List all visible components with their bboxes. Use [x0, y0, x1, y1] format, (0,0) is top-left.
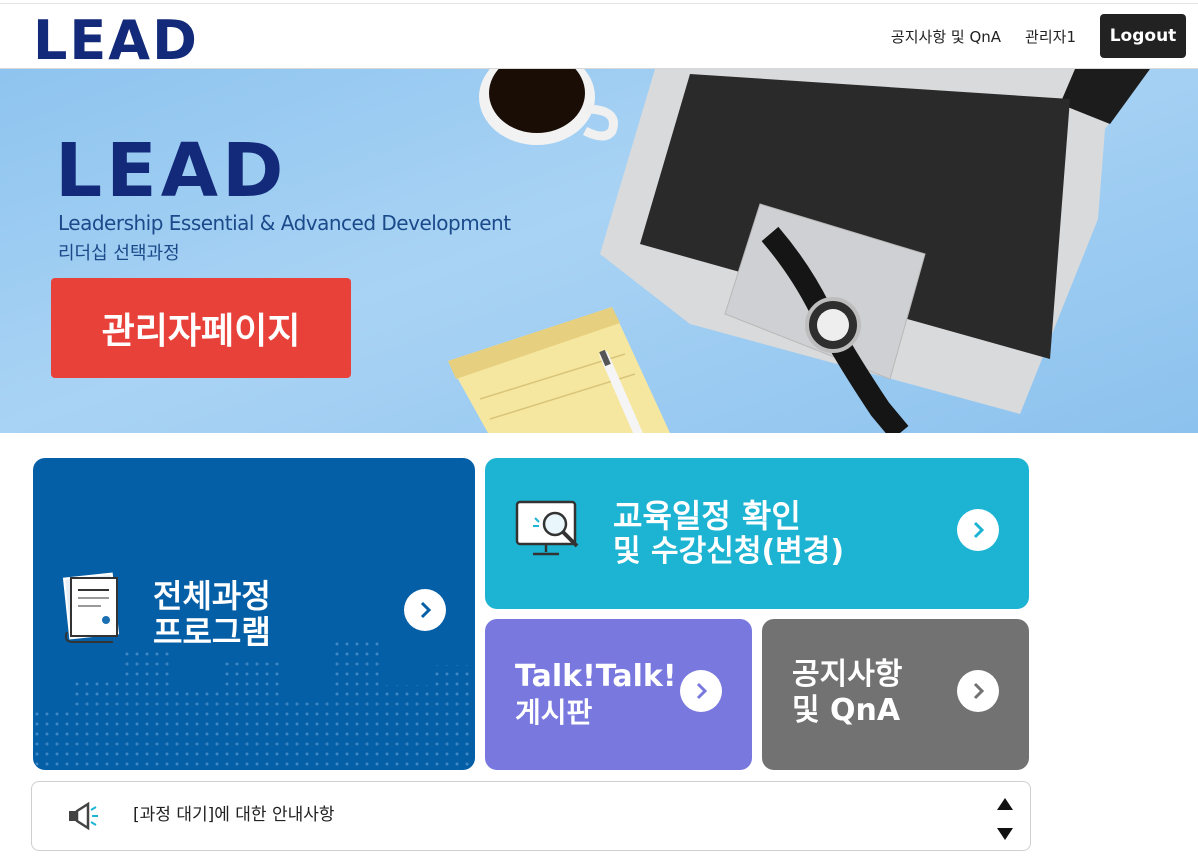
notice-ticker: [과정 대기]에 대한 안내사항	[31, 781, 1031, 851]
schedule-title-line1: 교육일정 확인	[613, 497, 801, 535]
talk-board-title: Talk!Talk! 게시판	[515, 659, 677, 731]
notice-qna-title-line1: 공지사항	[792, 657, 903, 692]
hero-subtitle: Leadership Essential & Advanced Developm…	[58, 211, 511, 235]
hero-banner: LEAD Leadership Essential & Advanced Dev…	[0, 69, 1198, 433]
chevron-right-icon[interactable]	[404, 589, 446, 631]
triangle-up-icon[interactable]	[995, 794, 1015, 814]
talk-board-title-line2: 게시판	[515, 696, 593, 729]
all-programs-title-line2: 프로그램	[153, 613, 271, 651]
megaphone-icon	[69, 801, 98, 831]
logout-button[interactable]: Logout	[1100, 14, 1186, 58]
schedule-enrollment-card[interactable]: 교육일정 확인 및 수강신청(변경)	[485, 458, 1029, 609]
top-nav: 공지사항 및 QnA 관리자1 Logout	[891, 14, 1186, 58]
talk-board-title-line1: Talk!Talk!	[515, 659, 677, 694]
all-programs-title: 전체과정 프로그램	[153, 578, 271, 650]
schedule-title: 교육일정 확인 및 수강신청(변경)	[613, 498, 844, 570]
nav-admin-user-link[interactable]: 관리자1	[1025, 26, 1076, 47]
notice-ticker-text[interactable]: [과정 대기]에 대한 안내사항	[133, 800, 335, 825]
schedule-title-line2: 및 수강신청(변경)	[613, 534, 845, 569]
coffee-cup-image	[479, 69, 618, 145]
chevron-right-icon[interactable]	[957, 670, 999, 712]
admin-page-button[interactable]: 관리자페이지	[51, 278, 351, 378]
all-programs-title-line1: 전체과정	[153, 577, 271, 615]
notice-qna-title: 공지사항 및 QnA	[792, 657, 902, 729]
talk-board-card[interactable]: Talk!Talk! 게시판	[485, 619, 752, 770]
notice-qna-card[interactable]: 공지사항 및 QnA	[762, 619, 1029, 770]
all-programs-card[interactable]: 전체과정 프로그램	[33, 458, 475, 770]
notepad-image	[448, 307, 670, 433]
site-logo[interactable]: LEAD	[33, 14, 199, 68]
document-icon	[62, 572, 120, 643]
nav-notice-qna-link[interactable]: 공지사항 및 QnA	[891, 26, 1001, 47]
dot-pattern-decoration	[33, 640, 475, 770]
monitor-search-icon	[515, 500, 579, 556]
chevron-right-icon[interactable]	[680, 670, 722, 712]
chevron-right-icon[interactable]	[957, 509, 999, 551]
triangle-down-icon[interactable]	[995, 824, 1015, 844]
hero-logo: LEAD	[55, 128, 288, 214]
hero-subtitle-korean: 리더십 선택과정	[58, 243, 180, 264]
notice-qna-title-line2: 및 QnA	[792, 693, 901, 728]
laptop-image	[600, 69, 1150, 414]
top-header: LEAD 공지사항 및 QnA 관리자1 Logout	[0, 3, 1198, 69]
hero-illustration	[448, 69, 1150, 433]
